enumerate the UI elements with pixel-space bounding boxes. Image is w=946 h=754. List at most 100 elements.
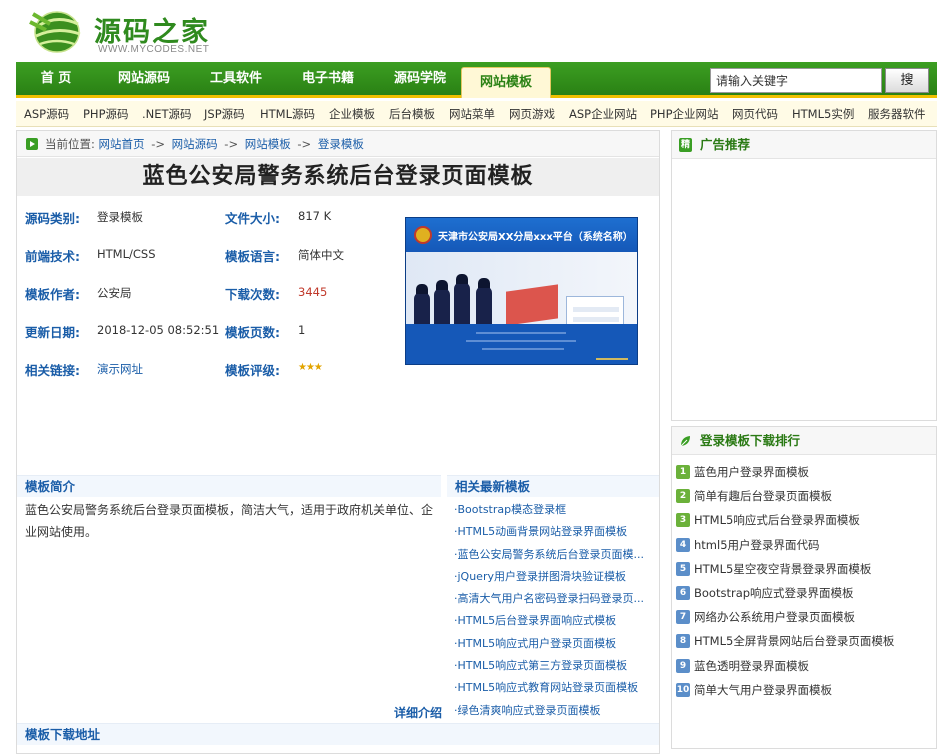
subnav-item-enterprise[interactable]: 企业模板 <box>329 101 375 127</box>
ad-heading: 广告推荐 <box>700 137 751 152</box>
related-item[interactable]: ·高清大气用户名密码登录扫码登录页... <box>454 588 654 610</box>
breadcrumb-login-templates[interactable]: 登录模板 <box>318 137 364 151</box>
related-item[interactable]: ·HTML5响应式教育网站登录页面模板 <box>454 677 654 699</box>
nav-item-ebooks[interactable]: 电子书籍 <box>280 62 376 96</box>
main-nav: 首 页 网站源码 工具软件 电子书籍 源码学院 网站模板 搜 <box>16 62 937 98</box>
rank-number: 3 <box>676 513 690 528</box>
download-heading: 模板下载地址 <box>17 723 659 745</box>
rank-heading: 登录模板下载排行 <box>700 433 801 448</box>
site-header: 源码之家 WWW.MYCODES.NET <box>0 0 946 60</box>
subnav-item-net[interactable]: .NET源码 <box>142 101 192 127</box>
nav-item-source[interactable]: 网站源码 <box>96 62 192 96</box>
subnav-item-asp[interactable]: ASP源码 <box>24 101 69 127</box>
rank-item[interactable]: 6 Bootstrap响应式登录界面模板 <box>676 581 934 605</box>
logo-subtitle: WWW.MYCODES.NET <box>98 44 210 55</box>
template-preview-image[interactable]: 天津市公安局XX分局xxx平台（系统名称） <box>405 217 638 365</box>
downloads-value: 3445 <box>298 285 328 299</box>
subnav-item-menu[interactable]: 网站菜单 <box>449 101 495 127</box>
search-input[interactable] <box>710 68 882 93</box>
nav-item-tools[interactable]: 工具软件 <box>188 62 284 96</box>
breadcrumb-separator: -> <box>297 137 312 151</box>
subnav-item-asp-site[interactable]: ASP企业网站 <box>569 101 637 127</box>
subnav-item-php[interactable]: PHP源码 <box>83 101 129 127</box>
subnav-item-code[interactable]: 网页代码 <box>732 101 778 127</box>
globe-logo-icon <box>29 11 81 53</box>
rank-item[interactable]: 4 html5用户登录界面代码 <box>676 533 934 557</box>
subnav-item-html5[interactable]: HTML5实例 <box>792 101 854 127</box>
rank-item[interactable]: 2 简单有趣后台登录页面模板 <box>676 484 934 508</box>
police-emblem-icon <box>414 226 432 244</box>
breadcrumb-separator: -> <box>151 137 165 151</box>
category-label: 源码类别: <box>25 211 80 226</box>
pages-value: 1 <box>298 323 306 337</box>
downloads-label: 下载次数: <box>225 287 280 302</box>
site-logo[interactable]: 源码之家 WWW.MYCODES.NET <box>28 4 228 58</box>
related-item[interactable]: ·HTML5动画背景网站登录界面模板 <box>454 521 654 543</box>
author-value: 公安局 <box>97 286 132 300</box>
preview-title: 天津市公安局XX分局xxx平台（系统名称） <box>438 232 633 243</box>
breadcrumb-prefix: 当前位置: <box>45 137 95 151</box>
rank-item[interactable]: 8 HTML5全屏背景网站后台登录页面模板 <box>676 629 934 653</box>
nav-item-academy[interactable]: 源码学院 <box>372 62 468 96</box>
search-button[interactable]: 搜 <box>885 68 929 93</box>
ad-panel: 精 广告推荐 <box>671 130 937 421</box>
subnav-item-php-site[interactable]: PHP企业网站 <box>650 101 719 127</box>
updated-value: 2018-12-05 08:52:51 <box>97 323 220 337</box>
rank-label: 蓝色用户登录界面模板 <box>694 465 809 479</box>
related-item[interactable]: ·jQuery用户登录拼图滑块验证模板 <box>454 566 654 588</box>
rank-number: 5 <box>676 561 690 576</box>
rank-item[interactable]: 5 HTML5星空夜空背景登录界面模板 <box>676 557 934 581</box>
main-panel: 当前位置: 网站首页 -> 网站源码 -> 网站模板 -> 登录模板 蓝色公安局… <box>16 130 660 754</box>
rank-label: Bootstrap响应式登录界面模板 <box>694 585 854 600</box>
rank-label: 网络办公系统用户登录页面模板 <box>694 610 855 625</box>
rank-label: html5用户登录界面代码 <box>694 537 820 552</box>
author-label: 模板作者: <box>25 287 80 302</box>
nav-item-templates[interactable]: 网站模板 <box>461 67 551 98</box>
leaf-icon <box>680 436 690 447</box>
rank-item[interactable]: 1 蓝色用户登录界面模板 <box>676 460 934 484</box>
sub-nav: ASP源码 PHP源码 .NET源码 JSP源码 HTML源码 企业模板 后台模… <box>16 101 937 127</box>
lang-value: 简体中文 <box>298 248 344 262</box>
rank-item[interactable]: 9 蓝色透明登录界面模板 <box>676 654 934 678</box>
tech-value: HTML/CSS <box>97 247 156 261</box>
rank-number: 8 <box>676 634 690 649</box>
rank-label: HTML5星空夜空背景登录界面模板 <box>694 561 872 576</box>
rank-label: 简单大气用户登录界面模板 <box>694 682 832 697</box>
rank-number: 4 <box>676 537 690 552</box>
page-title: 蓝色公安局警务系统后台登录页面模板 <box>17 158 659 196</box>
detail-link[interactable]: 详细介绍 <box>394 704 442 721</box>
category-value: 登录模板 <box>97 210 143 224</box>
related-item[interactable]: ·绿色清爽响应式登录页面模板 <box>454 700 654 722</box>
subnav-item-jsp[interactable]: JSP源码 <box>204 101 245 127</box>
rank-number: 1 <box>676 465 690 479</box>
related-item[interactable]: ·Bootstrap模态登录框 <box>454 499 654 521</box>
subnav-item-admin[interactable]: 后台模板 <box>389 101 435 127</box>
size-label: 文件大小: <box>225 211 280 226</box>
recommend-icon: 精 <box>679 138 692 152</box>
breadcrumb: 当前位置: 网站首页 -> 网站源码 -> 网站模板 -> 登录模板 <box>17 131 659 157</box>
subnav-item-html[interactable]: HTML源码 <box>260 101 315 127</box>
related-item[interactable]: ·蓝色公安局警务系统后台登录页面模... <box>454 544 654 566</box>
demo-link[interactable]: 演示网址 <box>97 361 143 377</box>
rank-item[interactable]: 7 网络办公系统用户登录页面模板 <box>676 605 934 629</box>
breadcrumb-separator: -> <box>224 137 239 151</box>
play-arrow-icon <box>26 138 38 150</box>
rank-item[interactable]: 10 简单大气用户登录界面模板 <box>676 678 934 702</box>
related-item[interactable]: ·HTML5响应式第三方登录页面模板 <box>454 655 654 677</box>
breadcrumb-source[interactable]: 网站源码 <box>172 137 218 151</box>
related-item[interactable]: ·HTML5响应式用户登录页面模板 <box>454 633 654 655</box>
rank-item[interactable]: 3 HTML5响应式后台登录界面模板 <box>676 508 934 532</box>
rank-panel: 登录模板下载排行 1 蓝色用户登录界面模板 2 简单有趣后台登录页面模板 3 HTML… <box>671 426 937 749</box>
subnav-item-server[interactable]: 服务器软件 <box>868 101 926 127</box>
intro-text: 蓝色公安局警务系统后台登录页面模板，简洁大气，适用于政府机关单位、企业网站使用。 <box>25 503 434 539</box>
rank-number: 10 <box>676 682 690 697</box>
link-label: 相关链接: <box>25 363 80 378</box>
nav-item-home[interactable]: 首 页 <box>22 62 90 96</box>
subnav-item-games[interactable]: 网页游戏 <box>509 101 555 127</box>
related-list: ·Bootstrap模态登录框 ·HTML5动画背景网站登录界面模板 ·蓝色公安… <box>454 499 654 722</box>
breadcrumb-home[interactable]: 网站首页 <box>99 137 145 151</box>
tech-label: 前端技术: <box>25 249 80 264</box>
related-heading: 相关最新模板 <box>447 475 659 497</box>
related-item[interactable]: ·HTML5后台登录界面响应式模板 <box>454 610 654 632</box>
breadcrumb-templates[interactable]: 网站模板 <box>245 137 291 151</box>
